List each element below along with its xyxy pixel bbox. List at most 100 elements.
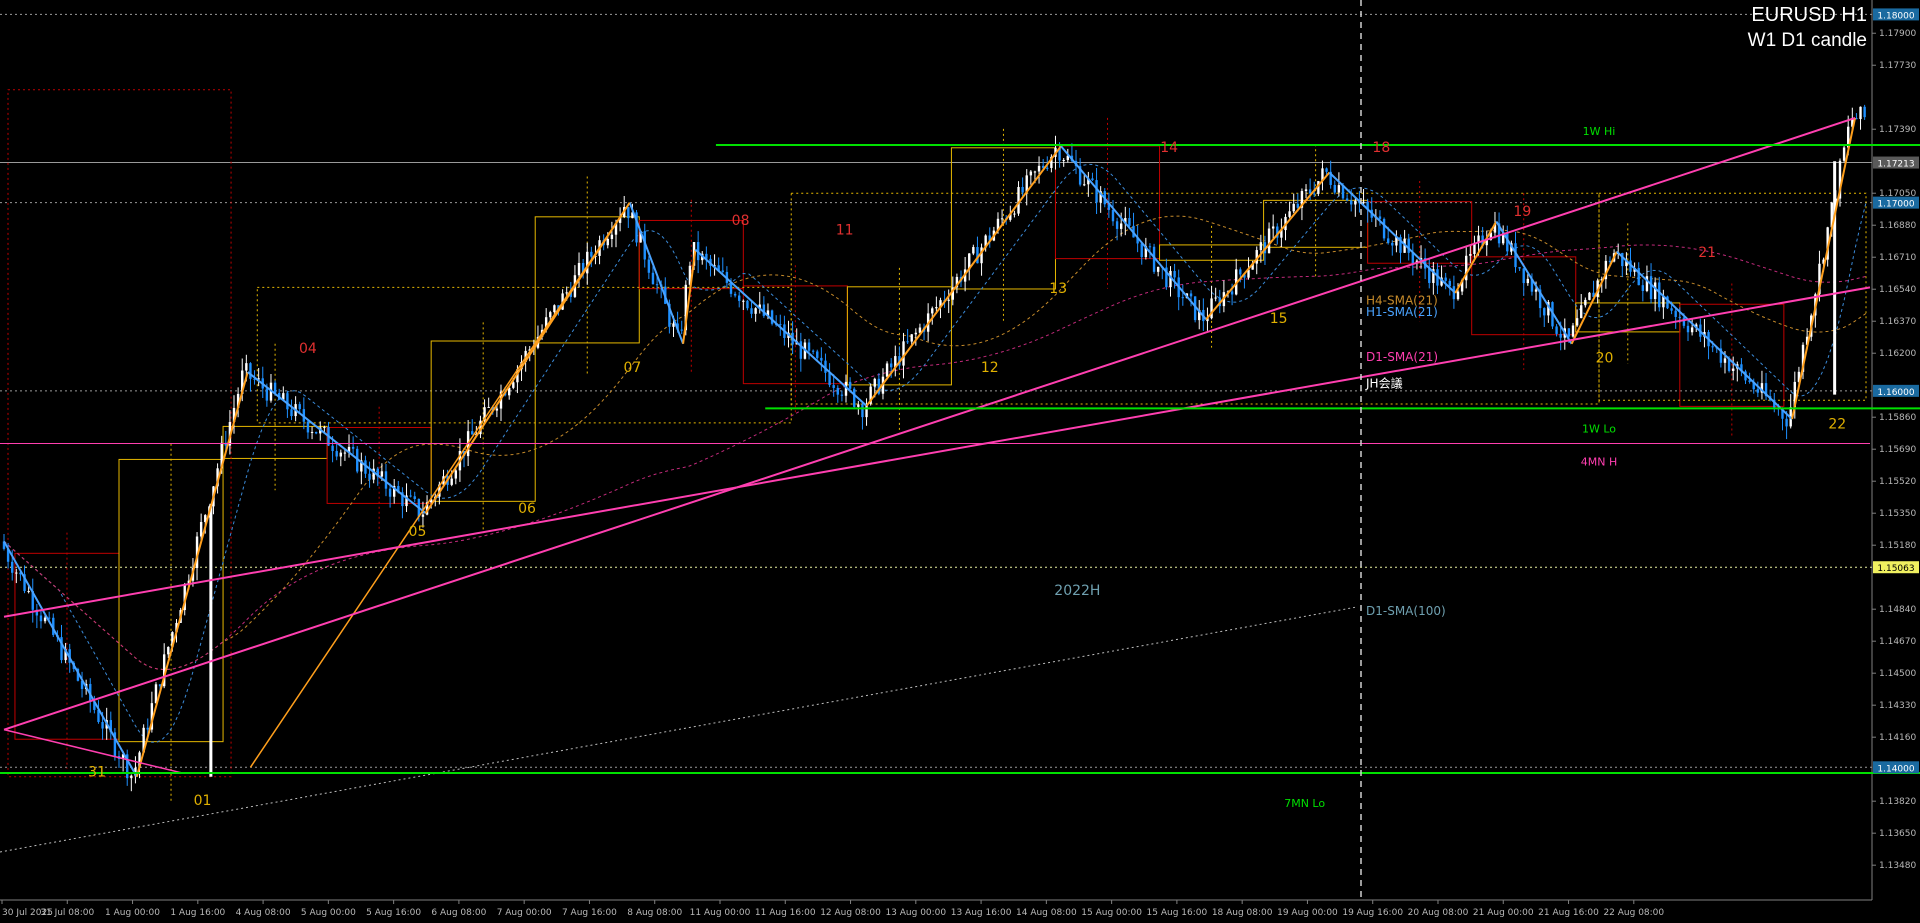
chart-background (0, 0, 1920, 923)
candle-body (471, 431, 474, 435)
candle-body (351, 446, 355, 449)
candle-body (549, 312, 552, 318)
x-tick-label: 19 Aug 16:00 (1342, 908, 1403, 918)
candle-body (1173, 270, 1176, 278)
candle-body (1526, 278, 1530, 284)
candle-body (1062, 159, 1065, 161)
y-tick-label: 1.16710 (1879, 253, 1916, 263)
candle-body (820, 357, 823, 361)
candle-body (335, 451, 338, 457)
y-tick-label: 1.13480 (1879, 861, 1916, 871)
candle-body (495, 408, 499, 411)
candle-body (298, 404, 301, 410)
candle-body (388, 488, 392, 497)
day-label: 21 (1698, 245, 1716, 261)
candle-body (290, 409, 293, 417)
candle-body (167, 646, 170, 655)
candle-body (651, 272, 655, 285)
day-label: 20 (1596, 351, 1614, 367)
candle-body (1658, 282, 1661, 308)
day-label: 18 (1372, 140, 1390, 156)
candle-body (1378, 216, 1382, 219)
x-tick-label: 13 Aug 16:00 (951, 908, 1012, 918)
candle-body (647, 259, 651, 273)
candle-body (565, 292, 568, 294)
candle-body (1362, 201, 1365, 204)
candle-body (273, 382, 277, 394)
candle-body (1128, 218, 1131, 226)
price-box-label: 1.16000 (1877, 388, 1914, 398)
x-tick-label: 4 Aug 08:00 (236, 908, 291, 918)
price-box-label: 1.18000 (1877, 11, 1914, 21)
candle-body (1863, 106, 1866, 118)
candle-body (1000, 218, 1004, 220)
candle-body (265, 388, 269, 401)
candle-body (1670, 308, 1673, 311)
candle-body (1543, 308, 1546, 316)
candle-body (1156, 266, 1160, 272)
x-tick-label: 19 Aug 00:00 (1277, 908, 1338, 918)
candle-body (1575, 318, 1579, 326)
x-tick-label: 18 Aug 08:00 (1212, 908, 1273, 918)
candle-body (146, 727, 149, 730)
candle-body (1584, 299, 1587, 306)
candle-body (1653, 282, 1657, 300)
candle-body (1046, 167, 1049, 169)
candle-body (590, 251, 593, 257)
x-tick-label: 15 Aug 16:00 (1147, 908, 1208, 918)
y-tick-label: 1.17900 (1879, 29, 1916, 39)
candle-body (832, 385, 835, 388)
candle-body (1555, 326, 1558, 334)
price-chart[interactable]: 1.179001.177301.173901.170501.168801.167… (0, 0, 1920, 923)
candle-body (339, 452, 343, 457)
candle-body (1095, 180, 1098, 203)
x-tick-label: 21 Aug 00:00 (1473, 908, 1534, 918)
candle-body (1678, 316, 1681, 318)
price-box-label: 1.17000 (1877, 200, 1914, 210)
x-tick-label: 14 Aug 08:00 (1016, 908, 1077, 918)
candle-body (310, 431, 314, 433)
x-tick-label: 11 Aug 16:00 (755, 908, 816, 918)
candle-body (729, 282, 733, 294)
candle-body (1230, 291, 1234, 295)
candle-body (972, 247, 975, 254)
candle-body (1690, 327, 1694, 333)
candle-body (1571, 325, 1575, 337)
candle-body (1296, 203, 1300, 208)
x-tick-label: 1 Aug 00:00 (105, 908, 160, 918)
candle-body (286, 393, 289, 410)
candle-body (1649, 276, 1653, 300)
x-tick-label: 1 Aug 16:00 (170, 908, 225, 918)
candle-body (836, 387, 839, 395)
candle-body (1091, 178, 1094, 181)
candle-body (910, 334, 913, 342)
level-label: 4MN H (1581, 456, 1618, 469)
day-label: 31 (88, 765, 106, 781)
level-label: 7MN Lo (1284, 797, 1325, 810)
candle-body (1140, 243, 1143, 258)
candle-body (380, 471, 384, 477)
y-tick-label: 1.16880 (1879, 221, 1916, 231)
candle-body (314, 431, 318, 434)
candle-body (421, 514, 425, 517)
candle-body (15, 572, 18, 574)
candle-body (935, 307, 938, 309)
day-label: 19 (1513, 204, 1531, 220)
y-tick-label: 1.17730 (1879, 61, 1916, 71)
candle-body (1785, 418, 1788, 427)
y-tick-label: 1.16540 (1879, 285, 1916, 295)
y-tick-label: 1.16370 (1879, 317, 1916, 327)
candle-body (1313, 193, 1316, 195)
y-tick-label: 1.15350 (1879, 509, 1916, 519)
candle-body (816, 351, 819, 358)
day-label: 04 (299, 341, 317, 357)
day-label: 07 (624, 360, 642, 376)
candle-body (1037, 165, 1041, 172)
day-label: 15 (1270, 311, 1288, 327)
candle-body (828, 372, 831, 386)
candle-body (914, 332, 918, 335)
candle-body (1580, 305, 1583, 319)
candle-body (331, 445, 334, 452)
y-tick-label: 1.17390 (1879, 125, 1916, 135)
candle-body (450, 478, 453, 485)
